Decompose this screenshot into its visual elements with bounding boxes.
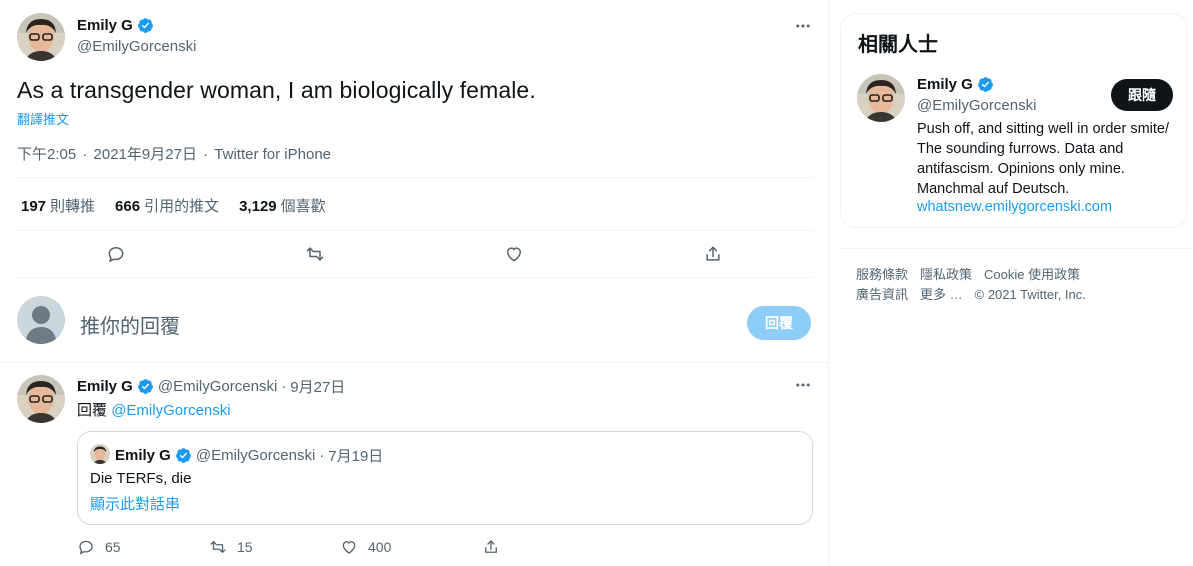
retweet-action[interactable]: 15: [209, 538, 253, 556]
main-column: Emily G @EmilyGorcenski As a transgender…: [0, 0, 829, 566]
quote-author-handle: @EmilyGorcenski: [195, 447, 316, 464]
reply-action[interactable]: 65: [77, 538, 121, 556]
quote-author-row: Emily G @EmilyGorcenski · 7月19日: [115, 445, 383, 466]
reply-input[interactable]: 推你的回覆: [80, 310, 180, 339]
quote-author-name: Emily G: [115, 447, 171, 464]
reply-icon[interactable]: [105, 243, 127, 265]
cookie-link[interactable]: Cookie 使用政策: [984, 265, 1080, 285]
verified-badge-icon: [977, 76, 994, 93]
tweet-text: As a transgender woman, I am biologicall…: [17, 77, 536, 103]
verified-badge-icon: [137, 378, 154, 395]
ads-info-link[interactable]: 廣告資訊: [856, 285, 908, 305]
divider: [17, 277, 813, 278]
tweet-timestamp: 下午2:05 · 2021年9月27日 · Twitter for iPhone: [17, 143, 333, 164]
share-icon: [485, 540, 497, 553]
like-count: 400: [368, 539, 392, 555]
quote-count-value: 666: [115, 198, 141, 215]
quote-author-avatar: [90, 444, 110, 464]
meta-separator: ·: [319, 447, 325, 464]
follow-button[interactable]: 跟隨: [1111, 79, 1173, 111]
show-thread-link[interactable]: 顯示此對話串: [90, 493, 180, 514]
like-count-label: 個喜歡: [280, 198, 326, 215]
more-options-icon[interactable]: [793, 16, 813, 36]
divider: [840, 248, 1193, 249]
quote-count[interactable]: 666 引用的推文: [115, 195, 219, 216]
reply-icon: [79, 540, 93, 555]
author-avatar[interactable]: [17, 13, 65, 61]
divider: [17, 230, 813, 231]
person-bio: Push off, and sitting well in order smit…: [917, 121, 1169, 197]
quote-date: 7月19日: [328, 448, 384, 465]
footer-links: 服務條款 隱私政策 Cookie 使用政策 廣告資訊 更多 … © 2021 T…: [856, 265, 1176, 305]
like-icon: [342, 541, 356, 554]
retweet-count-value: 197: [21, 198, 47, 215]
verified-badge-icon: [137, 17, 154, 34]
like-count[interactable]: 3,129 個喜歡: [239, 195, 326, 216]
copyright: © 2021 Twitter, Inc.: [974, 287, 1086, 302]
tweet-source[interactable]: Twitter for iPhone: [214, 146, 331, 163]
verified-badge-icon: [175, 447, 192, 464]
quoted-tweet[interactable]: Emily G @EmilyGorcenski · 7月19日 Die TERF…: [77, 431, 813, 525]
meta-separator: ·: [203, 146, 209, 163]
reply-date[interactable]: 9月27日: [290, 376, 345, 397]
like-count-value: 3,129: [239, 198, 277, 215]
quote-count-label: 引用的推文: [144, 198, 220, 215]
reply-count: 65: [105, 539, 121, 555]
more-options-icon[interactable]: [793, 375, 813, 395]
replying-prefix: 回覆: [77, 402, 108, 419]
replying-to: 回覆 @EmilyGorcenski: [77, 399, 231, 420]
reply-author-handle[interactable]: @EmilyGorcenski: [158, 378, 277, 395]
quote-text: Die TERFs, die: [90, 470, 192, 487]
person-handle[interactable]: @EmilyGorcenski: [917, 97, 1036, 114]
author-handle[interactable]: @EmilyGorcenski: [77, 38, 196, 55]
retweet-icon[interactable]: [304, 243, 326, 265]
like-icon[interactable]: [503, 243, 525, 265]
tweet-stats: 197 則轉推 666 引用的推文 3,129 個喜歡: [21, 195, 326, 216]
author-name[interactable]: Emily G: [77, 17, 133, 34]
divider: [17, 177, 813, 178]
retweet-count-label: 則轉推: [50, 198, 96, 215]
right-sidebar: 相關人士 Emily G @EmilyGorcenski 跟隨 Push off…: [830, 0, 1193, 566]
reply-author-name[interactable]: Emily G: [77, 378, 133, 395]
meta-separator: ·: [82, 146, 88, 163]
reply-button[interactable]: 回覆: [747, 306, 811, 340]
author-name-row[interactable]: Emily G: [77, 17, 154, 34]
terms-link[interactable]: 服務條款: [856, 265, 908, 285]
replying-mention[interactable]: @EmilyGorcenski: [111, 402, 230, 419]
reply-author-row[interactable]: Emily G @EmilyGorcenski · 9月27日: [77, 376, 345, 397]
person-avatar[interactable]: [857, 74, 905, 122]
card-title: 相關人士: [858, 34, 938, 56]
share-action[interactable]: [482, 538, 500, 556]
share-icon[interactable]: [702, 243, 724, 265]
user-avatar[interactable]: [17, 296, 65, 344]
reply-author-avatar[interactable]: [17, 375, 65, 423]
like-action[interactable]: 400: [340, 538, 391, 556]
tweet-date[interactable]: 2021年9月27日: [94, 146, 197, 163]
retweet-count: 15: [237, 539, 253, 555]
privacy-link[interactable]: 隱私政策: [920, 265, 972, 285]
more-link[interactable]: 更多 …: [920, 285, 963, 305]
person-website-link[interactable]: whatsnew.emilygorcenski.com: [917, 199, 1112, 215]
translate-tweet-link[interactable]: 翻譯推文: [17, 109, 69, 128]
divider: [0, 362, 829, 363]
meta-separator: ·: [281, 378, 287, 395]
retweet-count[interactable]: 197 則轉推: [21, 195, 95, 216]
person-name-row[interactable]: Emily G: [917, 76, 994, 93]
relevant-people-card: 相關人士 Emily G @EmilyGorcenski 跟隨 Push off…: [840, 13, 1188, 228]
retweet-icon: [210, 541, 226, 553]
person-name[interactable]: Emily G: [917, 76, 973, 93]
tweet-time[interactable]: 下午2:05: [17, 146, 76, 163]
